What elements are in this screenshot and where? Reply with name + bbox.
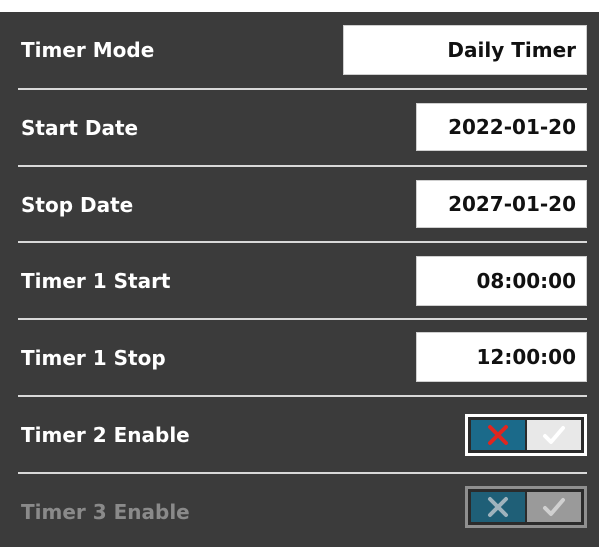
- timer1-stop-label: Timer 1 Stop: [21, 346, 166, 370]
- check-icon: [543, 498, 565, 516]
- toggle-on-option[interactable]: [527, 420, 581, 450]
- start-date-row: Start Date 2022-01-20: [0, 90, 599, 167]
- toggle-on-option: [527, 492, 581, 522]
- x-icon: [488, 497, 508, 517]
- timer3-enable-label: Timer 3 Enable: [21, 500, 190, 524]
- timer2-enable-label: Timer 2 Enable: [21, 423, 190, 447]
- timer1-start-row: Timer 1 Start 08:00:00: [0, 243, 599, 320]
- timer1-start-label: Timer 1 Start: [21, 269, 171, 293]
- stop-date-label: Stop Date: [21, 193, 134, 217]
- timer3-enable-toggle: [465, 486, 587, 528]
- timer1-stop-input[interactable]: 12:00:00: [416, 332, 587, 382]
- x-icon: [488, 425, 508, 445]
- timer1-start-input[interactable]: 08:00:00: [416, 256, 587, 306]
- check-icon: [543, 426, 565, 444]
- timer2-enable-row: Timer 2 Enable: [0, 397, 599, 474]
- timer-mode-select[interactable]: Daily Timer: [343, 25, 587, 75]
- timer-settings-panel: Timer Mode Daily Timer Start Date 2022-0…: [0, 12, 599, 547]
- stop-date-input[interactable]: 2027-01-20: [416, 180, 587, 228]
- timer1-stop-row: Timer 1 Stop 12:00:00: [0, 320, 599, 397]
- timer3-enable-row: Timer 3 Enable: [0, 474, 599, 551]
- toggle-off-option: [471, 492, 525, 522]
- timer2-enable-toggle[interactable]: [465, 414, 587, 456]
- start-date-label: Start Date: [21, 116, 139, 140]
- toggle-off-option[interactable]: [471, 420, 525, 450]
- start-date-input[interactable]: 2022-01-20: [416, 103, 587, 151]
- stop-date-row: Stop Date 2027-01-20: [0, 167, 599, 244]
- timer-mode-label: Timer Mode: [21, 38, 155, 62]
- timer-mode-row: Timer Mode Daily Timer: [0, 12, 599, 89]
